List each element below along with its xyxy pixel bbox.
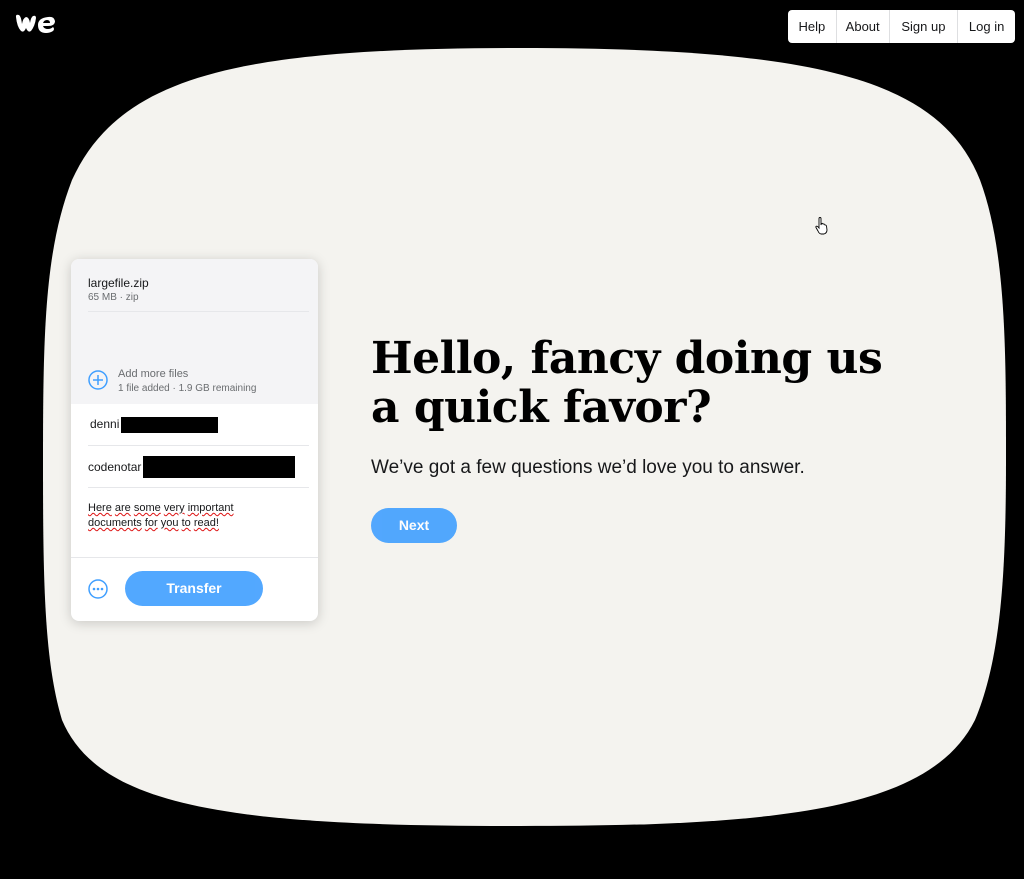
message-word: important [187,502,234,514]
divider [71,557,318,558]
message-word: Here [88,502,112,514]
headline-line-2: a quick favor? [371,382,712,433]
survey-subtext: We’ve got a few questions we’d love you … [371,457,805,478]
message-field[interactable]: Here are some very important documents fo… [88,501,278,531]
next-button[interactable]: Next [371,508,457,543]
more-options-icon[interactable] [88,579,108,599]
files-status: 1 file added · 1.9 GB remaining [118,383,257,394]
file-meta: 65 MB · zip [88,292,139,303]
message-word: documents [88,517,142,529]
message-word: for [144,517,158,529]
transfer-button[interactable]: Transfer [125,571,263,606]
message-word: are [114,502,131,514]
transfer-panel: largefile.zip 65 MB · zip Add more files… [71,259,318,621]
file-name: largefile.zip [88,276,149,290]
redaction-bar [121,417,218,433]
hand-cursor-icon [815,217,828,235]
message-word: read! [193,517,219,529]
message-word: you [160,517,179,529]
add-files-icon[interactable] [88,370,108,390]
email-to-field[interactable]: denni [88,405,309,446]
message-word: to [181,517,191,529]
message-word: very [163,502,185,514]
message-word: some [133,502,161,514]
page-title: Hello, fancy doing us a quick favor? [371,334,891,432]
email-from-field[interactable]: codenotar [88,446,309,488]
email-to-value: denni [90,417,120,431]
headline-line-1: Hello, fancy doing us [371,333,883,384]
redaction-bar [143,456,295,478]
file-list: largefile.zip 65 MB · zip Add more files… [71,259,318,404]
divider [88,311,309,312]
add-more-files-label[interactable]: Add more files [118,368,188,380]
email-from-value: codenotar [88,460,142,474]
